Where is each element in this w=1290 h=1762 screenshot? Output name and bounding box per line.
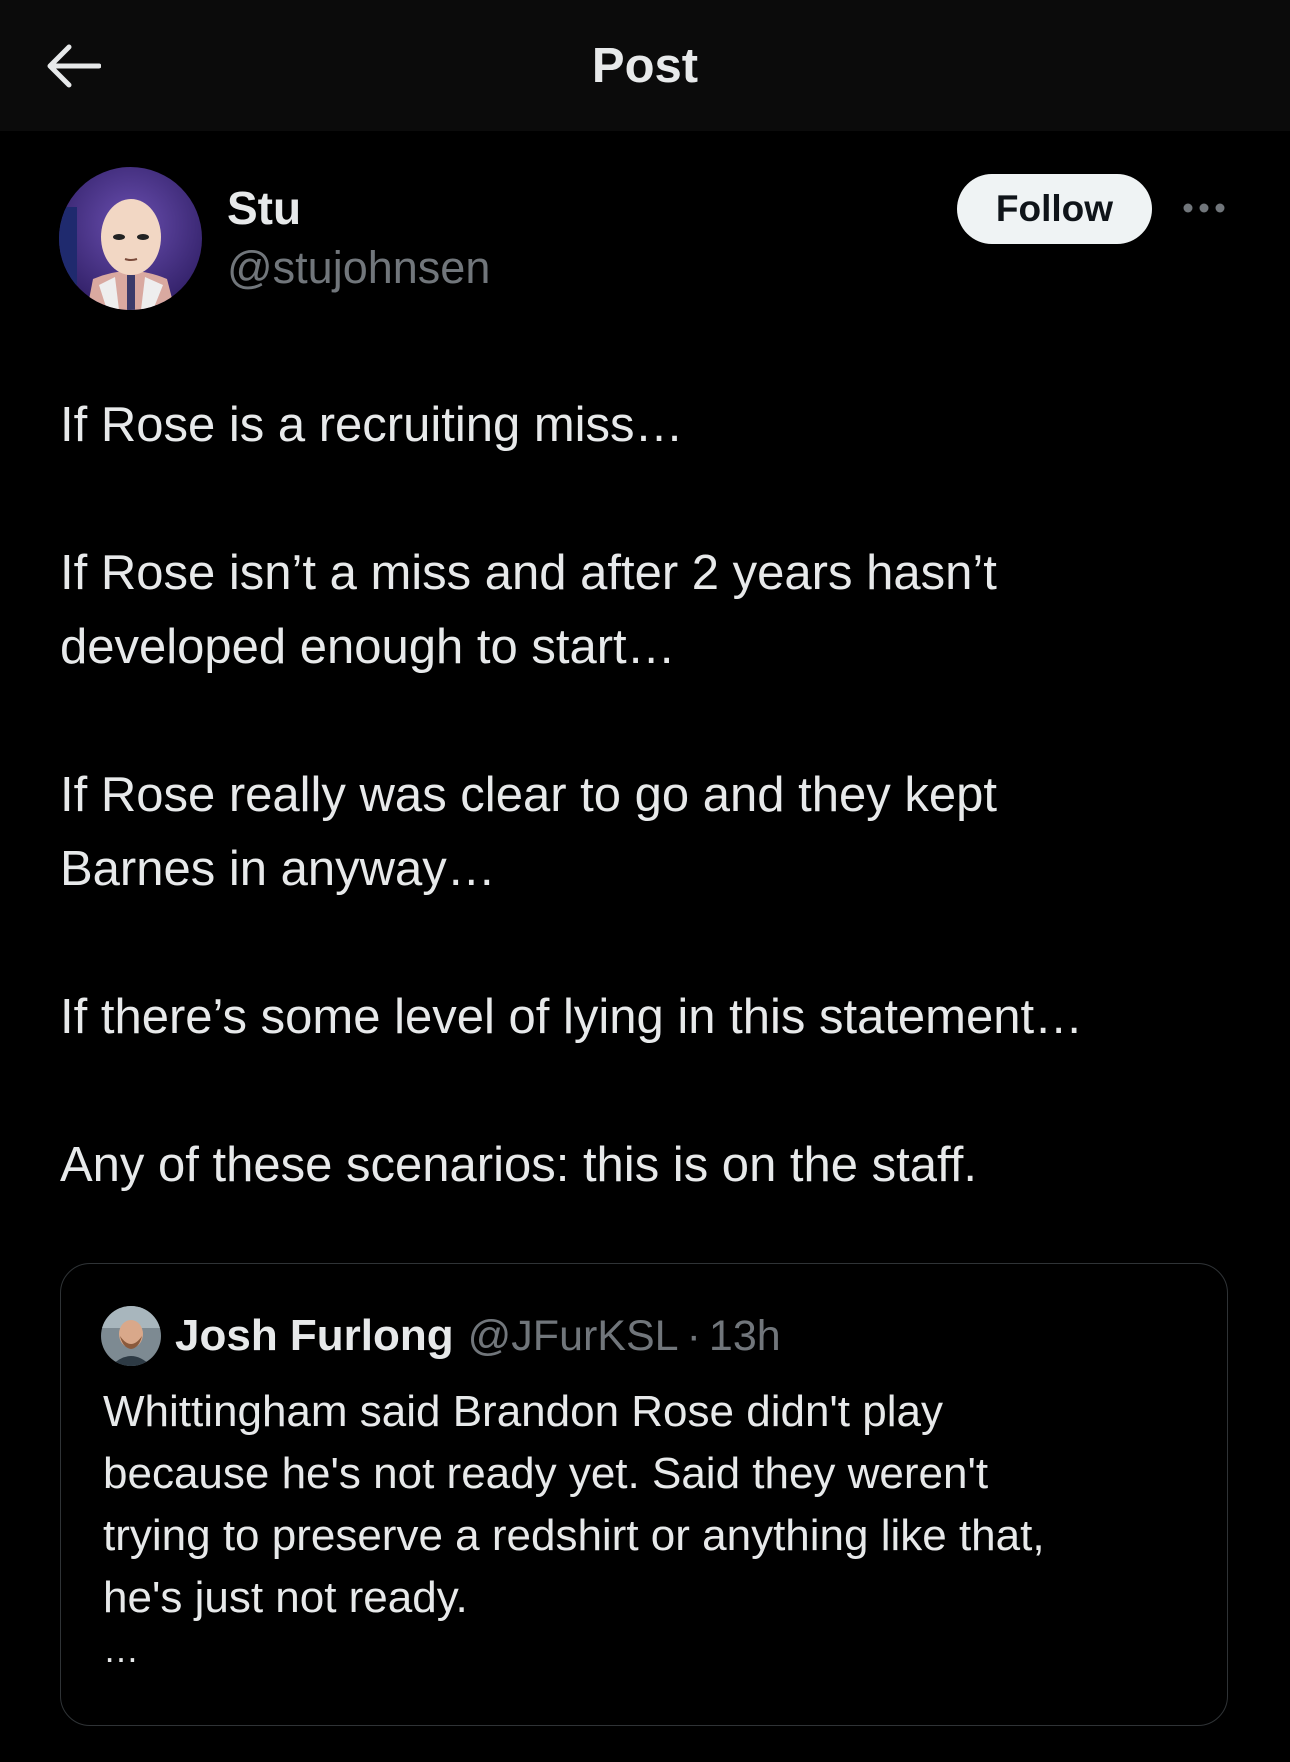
quoted-author-avatar	[101, 1306, 161, 1366]
author-name[interactable]: Stu	[227, 180, 301, 236]
more-options-button[interactable]	[1180, 186, 1228, 230]
quoted-post-card[interactable]: Josh Furlong @JFurKSL · 13h Whittingham …	[60, 1263, 1228, 1726]
page-title: Post	[591, 39, 699, 93]
quoted-author-name: Josh Furlong	[175, 1311, 454, 1360]
top-bar: Post	[0, 0, 1290, 131]
quoted-author-handle: @JFurKSL	[467, 1311, 679, 1360]
quoted-post-truncation: …	[103, 1629, 139, 1670]
post-paragraph: Any of these scenarios: this is on the s…	[60, 1138, 977, 1192]
quoted-post-header: Josh Furlong @JFurKSL · 13h	[101, 1306, 781, 1366]
follow-button[interactable]: Follow	[957, 174, 1152, 244]
quoted-post-time: 13h	[708, 1311, 781, 1360]
post-paragraph: If Rose isn’t a miss and after 2 years h…	[60, 546, 997, 674]
avatar-image	[101, 1306, 161, 1366]
author-handle[interactable]: @stujohnsen	[227, 240, 490, 296]
author-avatar[interactable]	[59, 167, 202, 310]
quoted-post-text: Whittingham said Brandon Rose didn't pla…	[103, 1387, 1045, 1622]
more-horizontal-icon	[1183, 203, 1225, 213]
avatar-image	[59, 167, 202, 310]
post-text: If Rose is a recruiting miss… If Rose is…	[60, 388, 1240, 1202]
post-paragraph: If Rose is a recruiting miss…	[60, 398, 684, 452]
separator-dot: ·	[686, 1311, 701, 1360]
post-paragraph: If there’s some level of lying in this s…	[60, 990, 1084, 1044]
post-paragraph: If Rose really was clear to go and they …	[60, 768, 997, 896]
